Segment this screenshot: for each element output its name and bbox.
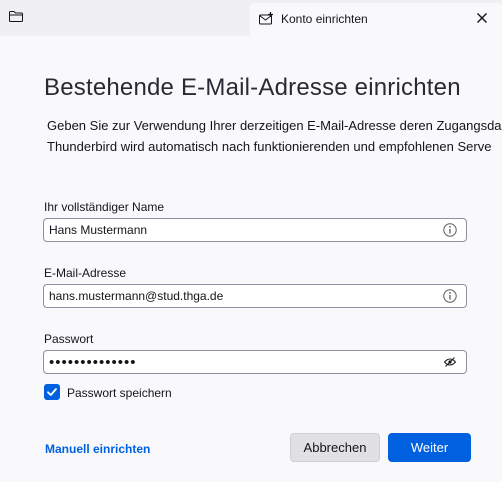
password-field[interactable] [43, 350, 467, 374]
password-input[interactable] [44, 351, 439, 373]
next-button[interactable]: Weiter [388, 433, 471, 462]
tab-account-setup[interactable]: Konto einrichten [250, 3, 502, 36]
page-title: Bestehende E-Mail-Adresse einrichten [44, 74, 461, 101]
tab-bar: Konto einrichten [0, 0, 502, 36]
cancel-button[interactable]: Abbrechen [290, 433, 380, 462]
folder-icon [9, 11, 23, 22]
tab-title: Konto einrichten [281, 12, 368, 26]
remember-password-label[interactable]: Passwort speichern [67, 386, 172, 400]
manual-setup-link[interactable]: Manuell einrichten [45, 442, 150, 456]
password-label: Passwort [44, 332, 94, 346]
name-input[interactable] [44, 219, 439, 241]
name-field[interactable] [43, 218, 467, 242]
email-field[interactable] [43, 284, 467, 308]
name-label: Ihr vollständiger Name [44, 200, 165, 214]
account-setup-panel: Bestehende E-Mail-Adresse einrichten Geb… [0, 36, 502, 482]
close-icon[interactable] [474, 10, 490, 26]
intro-line: Thunderbird wird automatisch nach funkti… [47, 139, 492, 154]
checkmark-icon [47, 388, 57, 396]
intro-line: Geben Sie zur Verwendung Ihrer derzeitig… [47, 118, 502, 133]
tab-folders[interactable] [0, 0, 248, 36]
remember-password-checkbox[interactable] [44, 384, 60, 400]
intro-text: Geben Sie zur Verwendung Ihrer derzeitig… [47, 115, 502, 157]
info-icon[interactable] [443, 223, 457, 237]
email-input[interactable] [44, 285, 439, 307]
email-label: E-Mail-Adresse [44, 266, 127, 280]
info-icon[interactable] [443, 289, 457, 303]
eye-slash-icon[interactable] [444, 357, 456, 367]
envelope-plus-icon [259, 12, 273, 25]
